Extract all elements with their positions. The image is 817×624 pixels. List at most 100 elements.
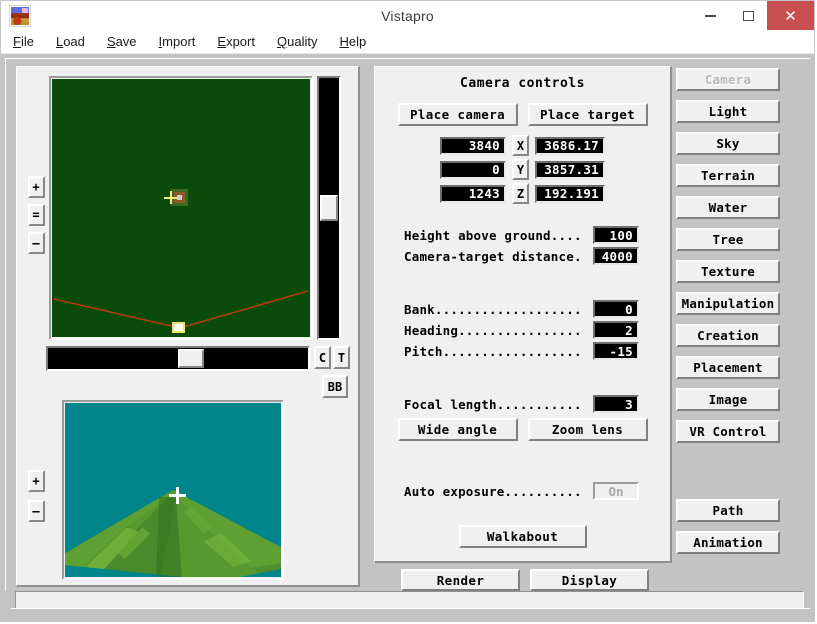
camera-crosshair (164, 191, 177, 204)
sidebar-item-camera[interactable]: Camera (676, 68, 780, 91)
sidebar-item-image[interactable]: Image (676, 388, 780, 411)
map-zoom-controls: + = – (25, 76, 47, 254)
auto-exposure-toggle[interactable]: On (593, 482, 639, 500)
menu-import[interactable]: Import (159, 32, 207, 51)
bank-field[interactable]: 0 (593, 300, 639, 318)
auto-exposure-row: Auto exposure.......... On (404, 482, 670, 500)
target-z-field[interactable]: 192.191 (535, 184, 605, 203)
preview-zoom-controls: + – (25, 400, 47, 522)
wide-angle-button[interactable]: Wide angle (397, 418, 518, 441)
preview-zoom-in-button[interactable]: + (27, 470, 45, 492)
bank-row: Bank................... 0 (404, 300, 670, 318)
camera-x-field[interactable]: 3840 (440, 136, 506, 155)
sidebar-item-texture[interactable]: Texture (676, 260, 780, 283)
preview-zoom-out-button[interactable]: – (27, 500, 45, 522)
axis-y-button[interactable]: Y (512, 159, 529, 180)
menu-save[interactable]: Save (107, 32, 148, 51)
walkabout-button[interactable]: Walkabout (458, 525, 587, 548)
window-bottom-edge (11, 608, 810, 618)
map-horizontal-scrollbar-thumb[interactable] (178, 349, 204, 368)
sidebar-item-vr-control[interactable]: VR Control (676, 420, 780, 443)
height-above-ground-field[interactable]: 100 (593, 226, 639, 244)
render-button[interactable]: Render (401, 569, 520, 591)
heading-field[interactable]: 2 (593, 321, 639, 339)
axis-x-button[interactable]: X (512, 135, 529, 156)
map-zoom-out-button[interactable]: – (27, 232, 45, 254)
height-above-ground-label: Height above ground.... (404, 227, 582, 243)
map-vertical-scrollbar[interactable] (317, 76, 341, 340)
terrain-preview-frame (62, 400, 284, 580)
menu-load[interactable]: Load (56, 32, 96, 51)
sidebar-item-animation[interactable]: Animation (676, 531, 780, 554)
camera-target-distance-field[interactable]: 4000 (593, 247, 639, 265)
sidebar-item-terrain[interactable]: Terrain (676, 164, 780, 187)
place-target-button[interactable]: Place target (527, 103, 648, 126)
close-button[interactable]: ✕ (767, 1, 814, 30)
camera-y-field[interactable]: 0 (440, 160, 506, 179)
sidebar-item-sky[interactable]: Sky (676, 132, 780, 155)
bounding-box-button[interactable]: BB (322, 375, 348, 398)
auto-exposure-label: Auto exposure.......... (404, 483, 582, 499)
preview-crosshair (169, 487, 186, 504)
pitch-field[interactable]: -15 (593, 342, 639, 360)
target-x-field[interactable]: 3686.17 (535, 136, 605, 155)
sidebar-item-placement[interactable]: Placement (676, 356, 780, 379)
sidebar-item-creation[interactable]: Creation (676, 324, 780, 347)
maximize-button[interactable] (729, 1, 767, 30)
sidebar-item-manipulation[interactable]: Manipulation (676, 292, 780, 315)
map-mode-buttons: C T (314, 346, 350, 369)
application-window: Vistapro ✕ File Load Save Import Export … (0, 0, 815, 622)
pitch-label: Pitch.................. (404, 343, 582, 359)
map-vertical-scrollbar-wrap (317, 76, 341, 340)
sidebar-item-path[interactable]: Path (676, 499, 780, 522)
camera-controls-column: Camera controls Place camera Place targe… (374, 66, 672, 591)
target-marker[interactable] (172, 322, 185, 333)
target-mode-button[interactable]: T (333, 346, 350, 369)
window-controls: ✕ (691, 1, 814, 30)
terrain-preview-canvas[interactable] (65, 403, 281, 577)
camera-target-distance-label: Camera-target distance. (404, 248, 582, 264)
landscape-icon (9, 5, 31, 27)
camera-z-field[interactable]: 1243 (440, 184, 506, 203)
target-y-field[interactable]: 3857.31 (535, 160, 605, 179)
menu-quality[interactable]: Quality (277, 32, 328, 51)
title-bar: Vistapro ✕ (1, 1, 814, 30)
map-ridge-lines (53, 290, 309, 329)
menu-help[interactable]: Help (339, 32, 377, 51)
status-bar-area (1, 591, 814, 621)
overhead-map-canvas[interactable] (52, 79, 310, 337)
focal-length-label: Focal length........... (404, 396, 582, 412)
sidebar-item-tree[interactable]: Tree (676, 228, 780, 251)
map-horizontal-scrollbar[interactable] (46, 346, 310, 371)
action-button-row: Render Display (401, 569, 672, 591)
map-zoom-reset-button[interactable]: = (27, 204, 45, 226)
place-camera-button[interactable]: Place camera (397, 103, 518, 126)
coordinate-row-z: 1243 Z 192.191 (440, 183, 605, 204)
coordinate-row-y: 0 Y 3857.31 (440, 159, 605, 180)
map-and-preview-panel: + = – C T BB + – (16, 66, 360, 587)
sidebar-item-light[interactable]: Light (676, 100, 780, 123)
minimize-button[interactable] (691, 1, 729, 30)
axis-z-button[interactable]: Z (512, 183, 529, 204)
camera-controls-panel: Camera controls Place camera Place targe… (374, 66, 672, 563)
map-vertical-scrollbar-thumb[interactable] (320, 195, 338, 221)
zoom-lens-button[interactable]: Zoom lens (527, 418, 648, 441)
map-zoom-in-button[interactable]: + (27, 176, 45, 198)
application-body: + = – C T BB + – Camera controls Place c… (1, 54, 814, 591)
heading-label: Heading................ (404, 322, 582, 338)
camera-target-distance-row: Camera-target distance. 4000 (404, 247, 670, 265)
focal-length-field[interactable]: 3 (593, 395, 639, 413)
menu-bar: File Load Save Import Export Quality Hel… (1, 30, 814, 54)
menu-file[interactable]: File (13, 32, 45, 51)
height-above-ground-row: Height above ground.... 100 (404, 226, 670, 244)
overhead-map-frame (49, 76, 313, 340)
display-button[interactable]: Display (530, 569, 649, 591)
heading-row: Heading................ 2 (404, 321, 670, 339)
pitch-row: Pitch.................. -15 (404, 342, 670, 360)
sidebar-item-water[interactable]: Water (676, 196, 780, 219)
camera-mode-button[interactable]: C (314, 346, 331, 369)
coordinate-row-x: 3840 X 3686.17 (440, 135, 605, 156)
camera-panel-title: Camera controls (460, 76, 585, 91)
menu-export[interactable]: Export (217, 32, 266, 51)
